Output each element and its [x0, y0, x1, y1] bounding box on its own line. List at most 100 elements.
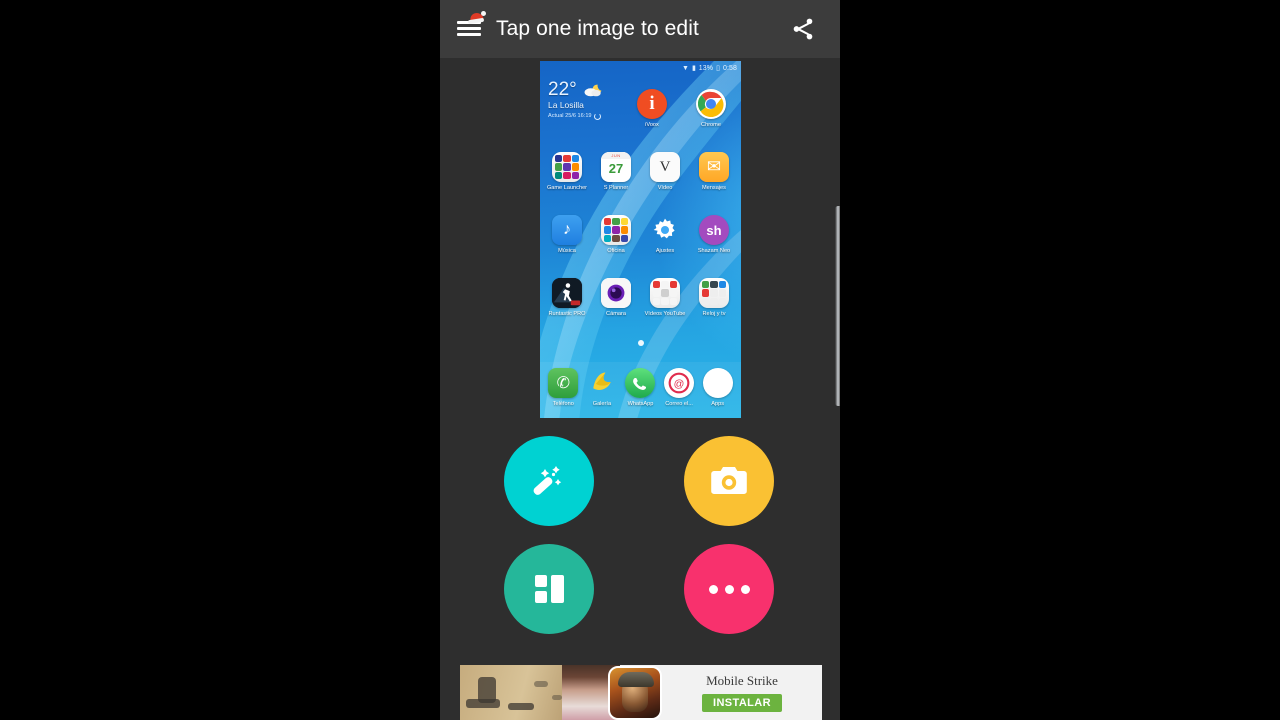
app-label: iVoox [645, 122, 659, 128]
youtube-folder-icon [650, 278, 680, 308]
envelope-glyph: ✉ [706, 157, 722, 176]
collage-button[interactable] [504, 544, 594, 634]
collage-grid-icon [534, 575, 564, 603]
app-label: Runtastic PRO [548, 311, 586, 317]
dock-phone[interactable]: ✆ Teléfono [544, 368, 583, 408]
app-clock-tv-folder[interactable]: Reloj y tv [693, 278, 735, 336]
dock-label: Teléfono [552, 401, 574, 408]
magic-wand-icon [533, 466, 562, 495]
ivoox-glyph: i [649, 93, 655, 114]
app-ivoox[interactable]: i iVoox [631, 89, 673, 147]
camera-icon [711, 467, 747, 494]
hamburger-menu-icon[interactable] [456, 11, 486, 42]
home-screen-app-grid: i iVoox Chrome Game Launcher JUN 27 S Pl… [540, 89, 741, 341]
app-content-area: ▼ ▮ 13% ▯ 0:58 22° La Losilla Actual 25/… [440, 58, 840, 720]
more-ellipsis-icon [708, 584, 750, 594]
app-window: Tap one image to edit ▼ ▮ 13% ▯ 0:58 22°… [440, 0, 840, 720]
page-title: Tap one image to edit [496, 17, 699, 40]
app-game-launcher[interactable]: Game Launcher [546, 152, 588, 210]
signal-icon: ▮ [691, 64, 696, 72]
dock-gallery[interactable]: Galería [583, 368, 622, 408]
page-indicator-dot [637, 340, 644, 346]
gallery-icon [587, 368, 617, 398]
app-row-3: ♪ Música Oficina Ajustes sh Shazam Neo [546, 215, 735, 273]
battery-percent: 13% [698, 64, 714, 72]
note-glyph: ♪ [563, 221, 571, 238]
menu-bar-3 [457, 33, 481, 36]
chrome-icon [696, 89, 726, 119]
app-label: Game Launcher [546, 185, 588, 191]
action-button-group [440, 436, 840, 662]
dock-email[interactable]: @ Correo el... [660, 368, 699, 408]
svg-text:@: @ [674, 378, 685, 390]
app-camara[interactable]: Cámara [595, 278, 637, 336]
phone-icon: ✆ [548, 368, 579, 399]
scroll-edge-indicator[interactable] [835, 206, 840, 406]
app-musica[interactable]: ♪ Música [546, 215, 588, 273]
app-label: Vídeos YouTube [644, 311, 686, 317]
menu-bar-2 [457, 27, 481, 30]
status-time: 0:58 [722, 64, 737, 72]
app-oficina[interactable]: Oficina [595, 215, 637, 273]
ivoox-icon: i [637, 89, 667, 119]
ad-artwork [460, 665, 620, 720]
s-planner-icon: JUN 27 [601, 152, 631, 182]
phone-glyph: ✆ [556, 375, 570, 393]
app-label: Shazam Neo [697, 248, 731, 254]
mobile-strike-app-icon [608, 665, 662, 720]
calendar-day: 27 [608, 161, 624, 176]
app-row-2: Game Launcher JUN 27 S Planner V Vídeo ✉… [546, 152, 735, 210]
app-ajustes[interactable]: Ajustes [644, 215, 686, 273]
app-row-4: Runtastic PRO Cámara Vídeos YouTube Relo… [546, 278, 735, 336]
calendar-month: JUN [601, 152, 631, 159]
santa-hat-icon [467, 11, 486, 25]
phone-home-screen-image: ▼ ▮ 13% ▯ 0:58 22° La Losilla Actual 25/… [540, 61, 741, 418]
app-label: Reloj y tv [702, 311, 726, 317]
app-s-planner[interactable]: JUN 27 S Planner [595, 152, 637, 210]
office-folder-icon [601, 215, 631, 245]
ad-title: Mobile Strike [706, 673, 778, 688]
ad-text-block: Mobile Strike INSTALAR [662, 673, 822, 712]
install-button[interactable]: INSTALAR [702, 694, 782, 712]
screen-root: Tap one image to edit ▼ ▮ 13% ▯ 0:58 22°… [0, 0, 1280, 720]
phone-dock: ✆ Teléfono Galería WhatsApp @ Correo el.… [540, 362, 741, 418]
app-shazam[interactable]: sh Shazam Neo [693, 215, 735, 273]
app-label: Chrome [701, 122, 721, 128]
game-launcher-folder-icon [552, 152, 582, 182]
app-chrome[interactable]: Chrome [690, 89, 732, 147]
wifi-icon: ▼ [682, 64, 689, 72]
share-icon[interactable] [790, 16, 816, 42]
app-label: Ajustes [655, 248, 675, 254]
app-label: Vídeo [657, 185, 673, 191]
app-runtastic[interactable]: Runtastic PRO [546, 278, 588, 336]
music-icon: ♪ [552, 215, 582, 245]
app-v[interactable]: V Vídeo [644, 152, 686, 210]
app-label: Mensajes [702, 185, 726, 191]
more-button[interactable] [684, 544, 774, 634]
settings-gear-icon [650, 215, 680, 245]
shazam-icon: sh [699, 215, 729, 245]
app-label: S Planner [603, 185, 629, 191]
dock-label: Galería [592, 401, 612, 408]
camera-button[interactable] [684, 436, 774, 526]
dock-apps[interactable]: Apps [698, 368, 737, 408]
app-row-1: i iVoox Chrome [546, 89, 735, 147]
dock-whatsapp[interactable]: WhatsApp [621, 368, 660, 408]
v-app-icon: V [650, 152, 680, 182]
app-label: Cámara [606, 311, 626, 317]
ad-banner[interactable]: Mobile Strike INSTALAR [460, 665, 822, 720]
phone-status-bar: ▼ ▮ 13% ▯ 0:58 [540, 61, 741, 75]
magic-edit-button[interactable] [504, 436, 594, 526]
app-youtube-folder[interactable]: Vídeos YouTube [644, 278, 686, 336]
app-header-bar: Tap one image to edit [440, 0, 840, 58]
messages-icon: ✉ [699, 152, 729, 182]
runtastic-icon [552, 278, 582, 308]
app-label: Música [558, 248, 576, 254]
screenshot-thumbnail[interactable]: ▼ ▮ 13% ▯ 0:58 22° La Losilla Actual 25/… [540, 61, 741, 418]
apps-drawer-icon [702, 368, 733, 399]
clock-tv-folder-icon [699, 278, 729, 308]
dock-label: Correo el... [665, 401, 693, 408]
whatsapp-icon [625, 368, 656, 399]
dock-label: WhatsApp [627, 401, 654, 408]
app-messages[interactable]: ✉ Mensajes [693, 152, 735, 210]
